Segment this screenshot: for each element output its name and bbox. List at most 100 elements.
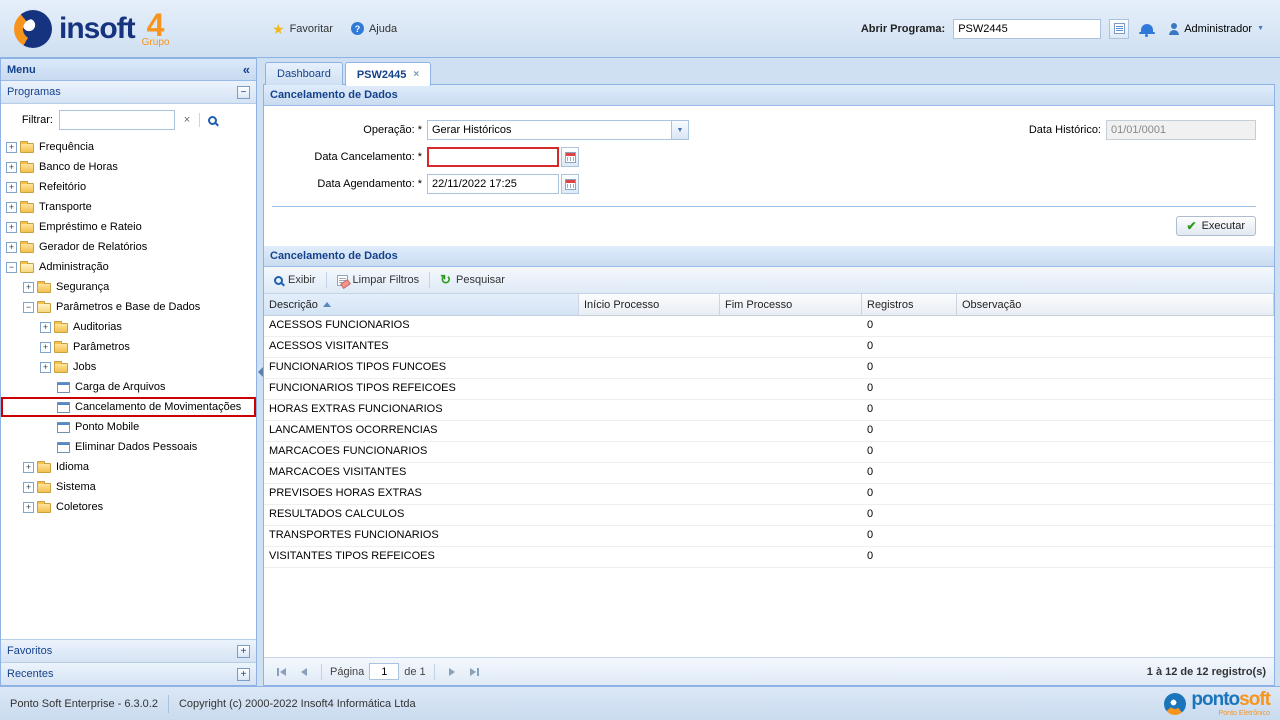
table-row[interactable]: HORAS EXTRAS FUNCIONARIOS 0 bbox=[264, 400, 1274, 421]
expand-icon[interactable]: + bbox=[6, 142, 17, 153]
prev-page-button[interactable] bbox=[295, 663, 313, 681]
expand-icon[interactable]: + bbox=[6, 162, 17, 173]
tree-item-carga-de-arquivos[interactable]: Carga de Arquivos bbox=[1, 377, 256, 397]
tree-item-ponto-mobile[interactable]: Ponto Mobile bbox=[1, 417, 256, 437]
tree-item-gerador-de-relatorios[interactable]: + Gerador de Relatórios bbox=[1, 237, 256, 257]
data-agendamento-input[interactable] bbox=[427, 174, 559, 194]
data-agendamento-calendar-button[interactable] bbox=[561, 174, 579, 194]
tree-item-auditorias[interactable]: + Auditorias bbox=[1, 317, 256, 337]
table-row[interactable]: ACESSOS FUNCIONARIOS 0 bbox=[264, 316, 1274, 337]
cell-observacao bbox=[957, 400, 1274, 420]
expand-icon[interactable]: + bbox=[6, 182, 17, 193]
cell-observacao bbox=[957, 379, 1274, 399]
tab-dashboard[interactable]: Dashboard bbox=[265, 62, 343, 85]
tree-item-parametros[interactable]: + Parâmetros bbox=[1, 337, 256, 357]
filter-input[interactable] bbox=[59, 110, 175, 130]
cell-fim-processo bbox=[720, 400, 862, 420]
expand-icon[interactable]: + bbox=[40, 362, 51, 373]
collapse-section-icon[interactable]: − bbox=[237, 86, 250, 99]
table-row[interactable]: RESULTADOS CALCULOS 0 bbox=[264, 505, 1274, 526]
expand-icon[interactable]: + bbox=[6, 222, 17, 233]
table-row[interactable]: MARCACOES FUNCIONARIOS 0 bbox=[264, 442, 1274, 463]
expand-icon[interactable]: + bbox=[23, 482, 34, 493]
expand-icon[interactable]: + bbox=[40, 322, 51, 333]
limpar-filtros-button[interactable]: Limpar Filtros bbox=[331, 272, 426, 288]
program-tree: + Frequência + Banco de Horas + Refeitór… bbox=[1, 135, 256, 639]
open-program-button[interactable] bbox=[1109, 19, 1129, 39]
tree-item-parametros-e-base-de-dados[interactable]: − Parâmetros e Base de Dados bbox=[1, 297, 256, 317]
collapse-icon[interactable]: − bbox=[23, 302, 34, 313]
table-row[interactable]: ACESSOS VISITANTES 0 bbox=[264, 337, 1274, 358]
tab-label: PSW2445 bbox=[357, 69, 407, 81]
pesquisar-button[interactable]: ↻ Pesquisar bbox=[434, 272, 511, 288]
column-header-fim-processo[interactable]: Fim Processo bbox=[720, 294, 862, 315]
expand-icon[interactable]: + bbox=[6, 242, 17, 253]
first-page-button[interactable] bbox=[272, 663, 290, 681]
cell-registros: 0 bbox=[862, 379, 957, 399]
executar-button[interactable]: ✔ Executar bbox=[1176, 216, 1256, 236]
tree-item-idioma[interactable]: + Idioma bbox=[1, 457, 256, 477]
tree-item-administracao[interactable]: − Administração bbox=[1, 257, 256, 277]
expand-section-icon[interactable]: + bbox=[237, 645, 250, 658]
operacao-combobox[interactable]: Gerar Históricos ▼ bbox=[427, 120, 689, 140]
page-input[interactable] bbox=[369, 663, 399, 680]
filter-search-button[interactable] bbox=[203, 112, 221, 129]
table-row[interactable]: VISITANTES TIPOS REFEICOES 0 bbox=[264, 547, 1274, 568]
tree-item-banco-de-horas[interactable]: + Banco de Horas bbox=[1, 157, 256, 177]
tree-item-seguranca[interactable]: + Segurança bbox=[1, 277, 256, 297]
recents-section-header[interactable]: Recentes + bbox=[1, 662, 256, 685]
data-cancelamento-calendar-button[interactable] bbox=[561, 147, 579, 167]
table-row[interactable]: FUNCIONARIOS TIPOS FUNCOES 0 bbox=[264, 358, 1274, 379]
column-header-registros[interactable]: Registros bbox=[862, 294, 957, 315]
table-row[interactable]: TRANSPORTES FUNCIONARIOS 0 bbox=[264, 526, 1274, 547]
last-page-button[interactable] bbox=[466, 663, 484, 681]
collapse-panel-button[interactable]: « bbox=[243, 64, 250, 76]
expand-section-icon[interactable]: + bbox=[237, 668, 250, 681]
table-row[interactable]: MARCACOES VISITANTES 0 bbox=[264, 463, 1274, 484]
table-row[interactable]: PREVISOES HORAS EXTRAS 0 bbox=[264, 484, 1274, 505]
expand-icon[interactable]: + bbox=[23, 462, 34, 473]
cell-fim-processo bbox=[720, 421, 862, 441]
tree-item-frequencia[interactable]: + Frequência bbox=[1, 137, 256, 157]
tree-item-transporte[interactable]: + Transporte bbox=[1, 197, 256, 217]
tab-psw2445[interactable]: PSW2445 × bbox=[345, 62, 431, 86]
open-program-input[interactable] bbox=[953, 19, 1101, 39]
collapse-left-arrow-icon[interactable] bbox=[258, 367, 263, 377]
collapse-icon[interactable]: − bbox=[6, 262, 17, 273]
expand-icon[interactable]: + bbox=[23, 502, 34, 513]
user-menu[interactable]: Administrador ▼ bbox=[1165, 21, 1268, 37]
column-header-inicio-processo[interactable]: Início Processo bbox=[579, 294, 720, 315]
tree-item-jobs[interactable]: + Jobs bbox=[1, 357, 256, 377]
tree-item-emprestimo-e-rateio[interactable]: + Empréstimo e Rateio bbox=[1, 217, 256, 237]
tree-item-sistema[interactable]: + Sistema bbox=[1, 477, 256, 497]
cell-observacao bbox=[957, 505, 1274, 525]
pontosoft-logo-icon bbox=[1164, 693, 1186, 715]
tree-item-refeitorio[interactable]: + Refeitório bbox=[1, 177, 256, 197]
help-button[interactable]: ? Ajuda bbox=[344, 19, 404, 38]
header-toolbar: ★ Favoritar ? Ajuda Abrir Programa: Admi… bbox=[257, 0, 1280, 57]
folder-icon bbox=[37, 483, 51, 493]
exibir-button[interactable]: Exibir bbox=[268, 272, 322, 288]
close-tab-icon[interactable]: × bbox=[413, 69, 419, 80]
tree-item-eliminar-dados-pessoais[interactable]: Eliminar Dados Pessoais bbox=[1, 437, 256, 457]
grid-toolbar: Exibir Limpar Filtros ↻ Pesquisar bbox=[264, 267, 1274, 294]
clear-filter-button[interactable]: × bbox=[178, 112, 196, 129]
expand-icon[interactable]: + bbox=[40, 342, 51, 353]
tree-item-cancelamento-de-movimentacoes[interactable]: Cancelamento de Movimentações bbox=[1, 397, 256, 417]
recents-title: Recentes bbox=[7, 668, 53, 680]
table-row[interactable]: FUNCIONARIOS TIPOS REFEICOES 0 bbox=[264, 379, 1274, 400]
next-page-button[interactable] bbox=[443, 663, 461, 681]
table-row[interactable]: LANCAMENTOS OCORRENCIAS 0 bbox=[264, 421, 1274, 442]
column-header-descricao[interactable]: Descrição bbox=[264, 294, 579, 315]
expand-icon[interactable]: + bbox=[6, 202, 17, 213]
data-cancelamento-input[interactable] bbox=[427, 147, 559, 167]
favorite-button[interactable]: ★ Favoritar bbox=[265, 20, 340, 38]
column-header-observacao[interactable]: Observação bbox=[957, 294, 1274, 315]
notifications-bell-icon[interactable] bbox=[1141, 24, 1153, 33]
record-count-summary: 1 à 12 de 12 registro(s) bbox=[1147, 666, 1266, 678]
favorites-section-header[interactable]: Favoritos + bbox=[1, 639, 256, 662]
programs-section-header[interactable]: Programas − bbox=[1, 81, 256, 104]
tree-item-coletores[interactable]: + Coletores bbox=[1, 497, 256, 517]
combo-dropdown-icon[interactable]: ▼ bbox=[671, 121, 688, 139]
expand-icon[interactable]: + bbox=[23, 282, 34, 293]
